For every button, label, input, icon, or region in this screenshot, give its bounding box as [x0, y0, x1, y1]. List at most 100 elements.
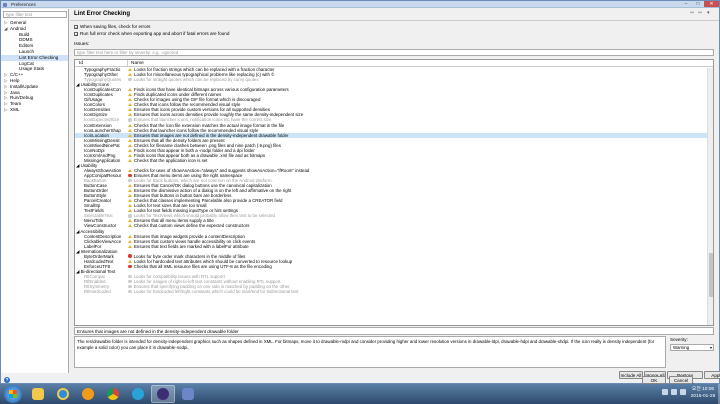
issues-filter-input[interactable]: type filter text here or filter by sever…: [74, 49, 714, 56]
tree-item-label: Usage Stats: [19, 66, 45, 72]
ignored-icon: [128, 274, 132, 279]
taskbar-explorer[interactable]: [26, 385, 50, 403]
tree-item-label: C/C++: [10, 72, 24, 78]
warning-icon: [128, 88, 132, 92]
scrollbar-thumb[interactable]: [709, 253, 713, 297]
tree-item-label: Android: [10, 25, 26, 31]
tree-item-label: Run/Debug: [10, 95, 34, 101]
tree-item[interactable]: ▷ XML: [1, 107, 68, 113]
clock-time: 오전 10:06: [691, 387, 715, 392]
warning-icon: [128, 244, 132, 248]
check-on-save-label: When saving files, check for errors: [80, 24, 151, 29]
warning-icon: [128, 113, 132, 117]
issue-explanation: The res/drawable folder is intended for …: [74, 336, 666, 368]
issue-id: RtlHardcoded: [84, 289, 111, 295]
internet-explorer-icon: [57, 388, 69, 400]
column-header-id[interactable]: Id: [75, 60, 128, 66]
preferences-window: Preferences – □ ✕ type filter text ▷ Gene…: [0, 0, 720, 385]
back-icon[interactable]: ⇦: [690, 10, 694, 16]
preference-tree: ▷ General ◢ Android Build DDMS Editors Launch Li…: [1, 20, 68, 113]
checkbox-checked-icon: ✓: [74, 31, 79, 37]
tree-item-label: Team: [10, 101, 22, 107]
issues-table: Id Name TypographyFractio Looks for fract…: [74, 59, 714, 326]
tray-volume-icon[interactable]: [671, 389, 677, 395]
taskbar-tool[interactable]: [176, 385, 200, 403]
warning-icon: [128, 98, 132, 102]
minimize-button[interactable]: –: [680, 1, 692, 7]
app-icon: [3, 2, 7, 7]
taskbar-ie[interactable]: [51, 385, 75, 403]
title-bar: Preferences – □ ✕: [1, 1, 719, 8]
eclipse-icon: [157, 388, 169, 400]
warning-icon: [128, 128, 132, 132]
check-on-save-checkbox[interactable]: ✓ When saving files, check for errors: [74, 24, 150, 29]
tray-flag-icon[interactable]: [680, 389, 686, 395]
taskbar-media[interactable]: [76, 385, 100, 403]
ok-button[interactable]: OK: [642, 376, 666, 384]
tree-item-label: Install/Update: [10, 83, 39, 89]
warning-icon: [128, 143, 132, 147]
windows-logo-icon: [9, 390, 17, 398]
clock-date: 2015-01-28: [690, 394, 716, 399]
warning-icon: [128, 133, 132, 137]
cancel-button[interactable]: Cancel: [669, 376, 693, 384]
taskbar-app[interactable]: [126, 385, 150, 403]
warning-icon: [128, 73, 132, 77]
ignored-icon: [128, 214, 132, 218]
warning-icon: [128, 138, 132, 142]
warning-icon: [128, 108, 132, 112]
tree-item-label: Launch: [19, 48, 35, 54]
globe-icon: [132, 388, 144, 400]
tray-network-icon[interactable]: [662, 389, 668, 395]
taskbar-eclipse[interactable]: [151, 385, 175, 403]
ignored-icon: [128, 289, 132, 294]
preference-tree-panel: type filter text ▷ General ◢ Android Build DD…: [1, 9, 69, 373]
ignored-icon: [128, 118, 132, 122]
warning-icon: [128, 209, 132, 213]
folder-icon: [32, 388, 44, 400]
ignored-icon: [128, 284, 132, 289]
warning-icon: [128, 103, 132, 107]
tree-item-label: DDMS: [19, 37, 33, 43]
close-button[interactable]: ✕: [704, 1, 719, 7]
error-icon: [128, 254, 132, 259]
full-check-export-label: Run full error check when exporting app …: [80, 31, 230, 36]
maximize-button[interactable]: □: [692, 1, 704, 7]
ignored-icon: [128, 178, 132, 183]
warning-icon: [128, 204, 132, 208]
warning-icon: [128, 93, 132, 97]
warning-icon: [128, 184, 132, 188]
table-header: Id Name: [75, 60, 713, 67]
divider: [70, 20, 719, 21]
warning-icon: [128, 259, 132, 263]
severity-label: Severity:: [670, 337, 688, 342]
table-row[interactable]: RtlHardcoded Looks for hardcoded left/rig…: [75, 289, 713, 294]
checkbox-checked-icon: ✓: [74, 24, 79, 30]
warning-icon: [128, 123, 132, 127]
error-icon: [128, 264, 132, 269]
tree-item-label: General: [10, 20, 27, 25]
forward-icon[interactable]: ⇨: [698, 10, 702, 16]
warning-icon: [128, 68, 132, 72]
tree-item-label: Help: [10, 77, 20, 83]
column-header-name[interactable]: Name: [128, 60, 713, 66]
menu-chevron-icon[interactable]: ▾: [707, 10, 710, 16]
warning-icon: [128, 224, 132, 228]
taskbar-chrome[interactable]: [101, 385, 125, 403]
severity-select[interactable]: Warning ▾: [670, 344, 714, 351]
apply-button[interactable]: Apply: [704, 371, 720, 379]
start-button[interactable]: [4, 385, 22, 403]
warning-icon: [128, 189, 132, 193]
chrome-icon: [107, 388, 119, 400]
vertical-scrollbar[interactable]: [707, 68, 713, 325]
tree-item-label: Build: [19, 31, 30, 37]
full-check-export-checkbox[interactable]: ✓ Run full error check when exporting ap…: [74, 31, 229, 36]
issue-summary: Ensures that images are not defined in t…: [74, 327, 714, 335]
include-all-button[interactable]: Include All: [619, 371, 643, 379]
clock[interactable]: 오전 10:06 2015-01-28: [688, 386, 718, 400]
warning-icon: [128, 168, 132, 172]
help-icon[interactable]: ?: [4, 377, 10, 383]
taskbar: 오전 10:06 2015-01-28: [0, 384, 720, 404]
tree-filter-input[interactable]: type filter text: [3, 11, 67, 18]
system-tray: [662, 389, 686, 395]
